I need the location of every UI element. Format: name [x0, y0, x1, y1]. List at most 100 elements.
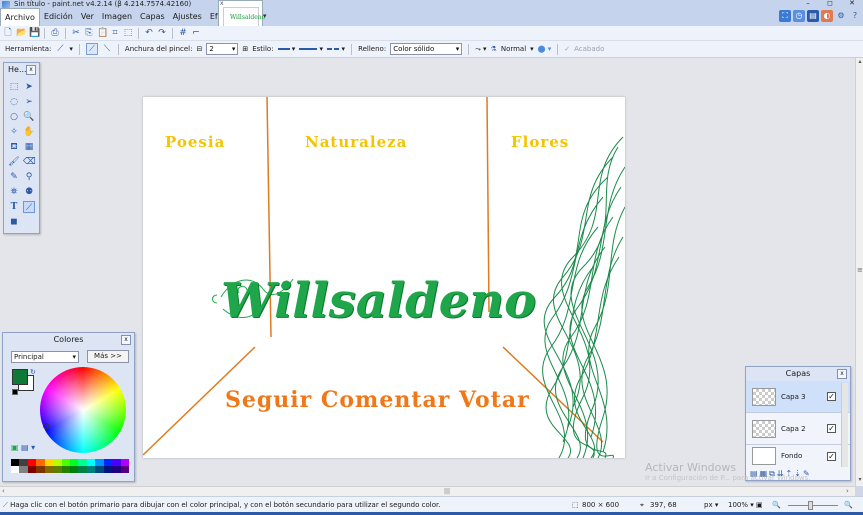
move-selected-icon[interactable]: ➤: [23, 81, 35, 93]
vertical-scrollbar[interactable]: ▴ ≡ ▾: [855, 58, 863, 486]
brush-width-select[interactable]: 2 ▾: [206, 43, 239, 55]
magic-wand-icon[interactable]: ✧: [8, 126, 20, 138]
alpha-blend-icon[interactable]: ⬤ ▾: [538, 45, 552, 53]
grid-icon[interactable]: #: [178, 28, 188, 38]
palette-swatch[interactable]: [70, 459, 79, 466]
palette-swatch[interactable]: [53, 466, 62, 473]
scroll-right-icon[interactable]: ›: [846, 487, 849, 495]
image-canvas[interactable]: Poesia Naturaleza Flores Willsaldeno Seg…: [143, 97, 625, 458]
copy-icon[interactable]: ⎘: [84, 28, 94, 38]
lasso-select-icon[interactable]: ◌: [8, 96, 20, 108]
palette-swatch[interactable]: [61, 466, 70, 473]
scroll-left-icon[interactable]: ‹: [2, 487, 5, 495]
redo-icon[interactable]: ↷: [157, 28, 167, 38]
menu-archivo[interactable]: Archivo: [0, 7, 40, 27]
save-icon[interactable]: 💾: [29, 28, 40, 38]
menu-ver[interactable]: Ver: [77, 8, 98, 26]
scroll-grip-icon[interactable]: ≡: [857, 266, 863, 274]
zoom-in-icon[interactable]: 🔍: [844, 501, 853, 509]
colors-panel-header[interactable]: Colores x: [3, 333, 134, 347]
palette-swatch[interactable]: [11, 459, 20, 466]
open-folder-icon[interactable]: 📂: [16, 28, 27, 38]
finish-label[interactable]: Acabado: [574, 45, 604, 53]
layers-scrollbar[interactable]: [841, 383, 848, 467]
move-selection-icon[interactable]: ➢: [23, 96, 35, 108]
swap-colors-icon[interactable]: ↻: [30, 368, 36, 376]
palette-swatch[interactable]: [120, 466, 129, 473]
palette-swatch[interactable]: [36, 466, 45, 473]
palette-swatch[interactable]: [36, 459, 45, 466]
settings-gear-icon[interactable]: ⚙: [835, 10, 847, 22]
scroll-grip-icon[interactable]: |||: [444, 488, 450, 495]
layer-row[interactable]: Capa 3 ✓: [746, 381, 850, 413]
palette-swatch[interactable]: [103, 466, 113, 473]
dash-style-end-select[interactable]: ▾: [327, 45, 345, 53]
menu-imagen[interactable]: Imagen: [98, 8, 136, 26]
cut-icon[interactable]: ✂: [71, 28, 81, 38]
undo-icon[interactable]: ↶: [144, 28, 154, 38]
paste-icon[interactable]: 📋: [97, 28, 108, 38]
layer-visibility-checkbox[interactable]: ✓: [827, 392, 836, 401]
document-close-icon[interactable]: x: [220, 0, 224, 7]
reset-colors-icon[interactable]: [12, 389, 18, 395]
layer-row[interactable]: Capa 2 ✓: [746, 413, 850, 445]
dash-style-line-select[interactable]: ▾: [299, 45, 323, 53]
gradient-icon[interactable]: ▦: [23, 141, 35, 153]
new-file-icon[interactable]: 🗋: [3, 28, 13, 38]
palette-swatch[interactable]: [53, 459, 62, 466]
scroll-up-icon[interactable]: ▴: [856, 58, 863, 65]
blend-mode-value[interactable]: Normal: [501, 45, 526, 53]
document-list-arrow-icon[interactable]: ▾: [263, 12, 267, 20]
palette-swatch[interactable]: [61, 459, 70, 466]
layers-window-icon[interactable]: ▤: [807, 10, 819, 22]
brush-width-increase-icon[interactable]: ⊞: [242, 45, 248, 53]
palette-swatch[interactable]: [86, 466, 96, 473]
line-curve-icon[interactable]: ⟋: [23, 201, 35, 213]
clone-stamp-icon[interactable]: ⛯: [8, 186, 20, 198]
color-picker-icon[interactable]: ⚲: [23, 171, 35, 183]
layers-panel-header[interactable]: Capas x: [746, 367, 850, 381]
palette-swatch[interactable]: [112, 459, 121, 466]
scroll-down-icon[interactable]: ▾: [856, 476, 863, 483]
fill-select[interactable]: Color sólido ▾: [390, 43, 463, 55]
palette-swatch[interactable]: [27, 459, 37, 466]
deselect-icon[interactable]: ⬚: [123, 28, 133, 38]
zoom-slider-track[interactable]: [788, 505, 838, 506]
ellipse-select-icon[interactable]: ○: [8, 111, 20, 123]
color-mode-select[interactable]: Principal ▾: [11, 351, 79, 363]
zoom-select[interactable]: 100% ▾: [728, 501, 754, 509]
tools-window-icon[interactable]: ⛶: [779, 10, 791, 22]
layer-visibility-checkbox[interactable]: ✓: [827, 451, 836, 461]
shapes-icon[interactable]: ◼: [8, 216, 20, 228]
text-icon[interactable]: T: [8, 201, 20, 213]
curve-mode-icon[interactable]: ⟍: [102, 44, 112, 54]
tools-panel-close-icon[interactable]: x: [26, 65, 36, 75]
paintbrush-icon[interactable]: 🖌: [8, 156, 20, 168]
palette-swatch[interactable]: [11, 466, 20, 473]
blend-mode-icon[interactable]: ⚗: [491, 45, 497, 53]
color-palette[interactable]: [11, 459, 129, 473]
ruler-icon[interactable]: ⌐: [191, 28, 201, 38]
palette-swatch[interactable]: [112, 466, 121, 473]
palette-menu-icon[interactable]: ▤ ▾: [21, 443, 35, 452]
palette-swatch[interactable]: [95, 466, 104, 473]
print-icon[interactable]: ⎙: [50, 28, 60, 38]
palette-swatch[interactable]: [103, 459, 113, 466]
tools-panel-header[interactable]: He... x: [4, 63, 39, 77]
colors-panel-close-icon[interactable]: x: [121, 335, 131, 345]
help-icon[interactable]: ?: [849, 10, 861, 22]
current-tool-line-icon[interactable]: ⟋: [55, 44, 65, 54]
recolor-icon[interactable]: ⚉: [23, 186, 35, 198]
palette-swatch[interactable]: [95, 459, 104, 466]
close-window-button[interactable]: ✕: [841, 0, 863, 8]
palette-swatch[interactable]: [86, 459, 96, 466]
chevron-down-icon[interactable]: ▾: [530, 45, 534, 53]
tool-dropdown-arrow-icon[interactable]: ▾: [69, 45, 73, 53]
menu-ajustes[interactable]: Ajustes: [169, 8, 206, 26]
brush-width-decrease-icon[interactable]: ⊟: [196, 45, 202, 53]
units-select[interactable]: px ▾: [704, 501, 718, 509]
palette-swatch[interactable]: [19, 459, 28, 466]
palette-swatch[interactable]: [19, 466, 28, 473]
color-wheel[interactable]: [40, 367, 126, 453]
zoom-to-window-icon[interactable]: ▣: [756, 501, 763, 509]
